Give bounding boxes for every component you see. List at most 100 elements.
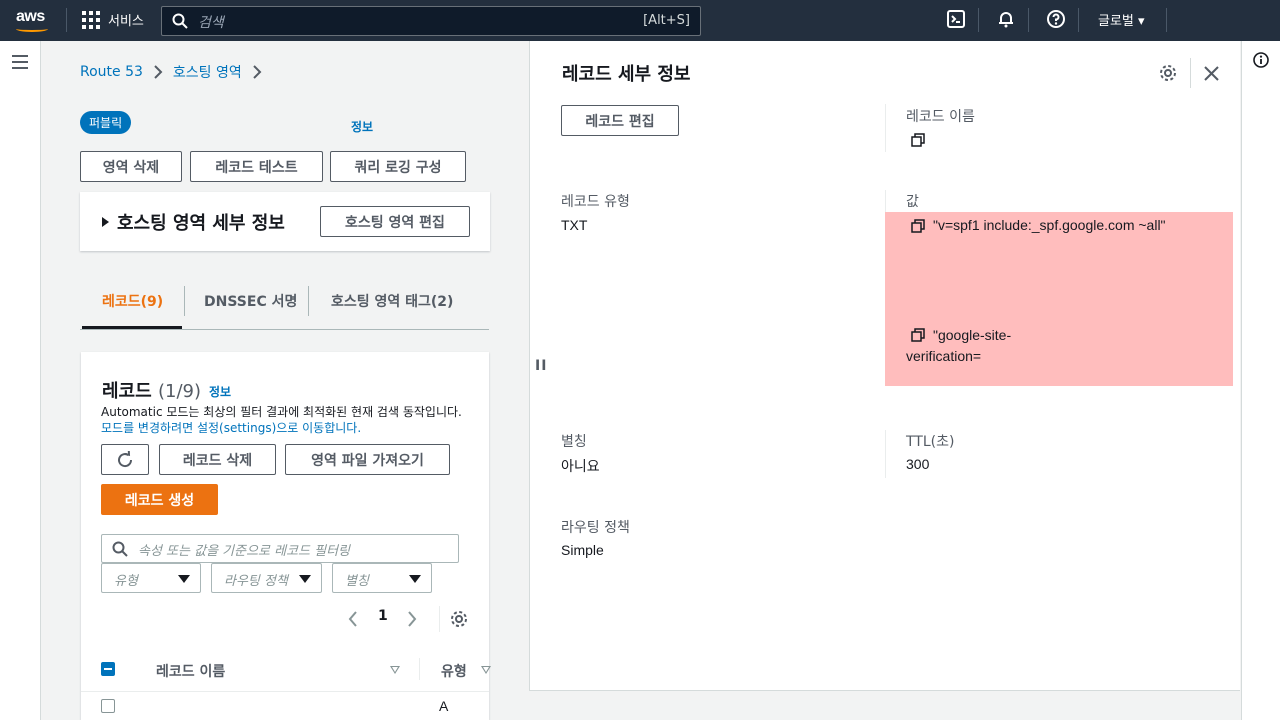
alias-value: 아니요 [561,458,600,474]
create-record-button[interactable]: 레코드 생성 [101,484,218,515]
edit-record-button[interactable]: 레코드 편집 [561,105,679,136]
record-filter-input[interactable]: 속성 또는 값을 기준으로 레코드 필터링 [101,534,459,563]
refresh-button[interactable] [101,444,149,475]
help-icon[interactable] [1047,10,1065,28]
type-select[interactable]: 유형 [101,563,201,593]
bell-icon[interactable] [997,10,1015,28]
ttl-value: 300 [906,456,930,472]
routing-policy-value: Simple [561,542,604,558]
import-zone-file-button[interactable]: 영역 파일 가져오기 [285,444,450,475]
breadcrumb-route53[interactable]: Route 53 [80,64,143,80]
txt-value-spf: "v=spf1 include:_spf.google.com ~all" [933,217,1166,233]
breadcrumb-hosted-zones[interactable]: 호스팅 영역 [173,62,242,82]
txt-value-google-site-2: verification= [906,348,982,364]
page-number[interactable]: 1 [378,608,388,624]
tab-divider [184,286,185,316]
nav-divider [66,8,67,32]
records-desc-text: Automatic 모드는 최상의 필터 결과에 최적화된 현재 검색 동작입니… [101,405,462,419]
tab-bar: 레코드(9) DNSSEC 서명 호스팅 영역 태그(2) [80,281,489,330]
row-type: A [439,698,449,714]
caret-right-icon [102,217,109,227]
pager-divider [439,606,440,632]
delete-zone-button[interactable]: 영역 삭제 [80,151,182,182]
nav-divider [1166,8,1167,32]
sort-icon[interactable] [481,666,491,674]
tab-dnssec[interactable]: DNSSEC 서명 [204,291,297,311]
chevron-right-icon [253,65,262,79]
type-select-label: 유형 [114,574,138,589]
refresh-icon [118,450,133,467]
filter-placeholder: 속성 또는 값을 기준으로 레코드 필터링 [138,544,351,559]
query-logging-button[interactable]: 쿼리 로깅 구성 [330,151,466,182]
apps-grid-icon [82,10,100,29]
records-title: 레코드 [102,381,152,402]
tab-zone-tags[interactable]: 호스팅 영역 태그(2) [331,291,453,311]
edit-zone-button[interactable]: 호스팅 영역 편집 [320,206,470,237]
sort-icon[interactable] [390,666,400,674]
records-table-header: 레코드 이름 유형 [81,646,491,692]
search-input[interactable]: 검색 [Alt+S] [161,6,701,36]
record-type-value: TXT [561,217,588,233]
value-label: 값 [906,194,919,210]
column-divider [885,104,886,152]
alias-select[interactable]: 별칭 [332,563,432,593]
gear-icon[interactable] [450,610,468,628]
search-placeholder: 검색 [198,15,224,31]
column-divider [885,430,886,478]
search-icon [172,13,188,29]
copy-icon[interactable] [911,328,925,342]
records-description: Automatic 모드는 최상의 필터 결과에 최적화된 현재 검색 동작입니… [101,404,466,436]
chevron-left-icon[interactable] [347,610,359,628]
column-record-name[interactable]: 레코드 이름 [156,661,225,681]
services-label: 서비스 [108,14,144,29]
zone-details-title: 호스팅 영역 세부 정보 [117,213,285,234]
close-icon[interactable] [1204,66,1219,81]
record-name-label: 레코드 이름 [906,109,975,125]
delete-record-button[interactable]: 레코드 삭제 [159,444,276,475]
column-divider [419,658,420,680]
cloudshell-icon[interactable] [947,10,965,28]
routing-policy-select[interactable]: 라우팅 정책 [211,563,322,593]
records-count: (1/9) [157,381,201,402]
gear-icon[interactable] [1159,64,1177,82]
region-menu[interactable]: 글로벌 ▾ [1098,10,1145,29]
alias-select-label: 별칭 [345,574,369,589]
resize-handle[interactable]: II [535,358,547,374]
copy-icon[interactable] [911,133,925,147]
records-info-link[interactable]: 정보 [209,383,231,400]
table-row[interactable]: A [81,692,489,720]
record-type-label: 레코드 유형 [561,194,630,210]
search-shortcut: [Alt+S] [643,13,690,28]
aws-logo[interactable]: aws [16,8,48,32]
menu-icon[interactable] [12,55,28,73]
txt-value-google-site-1: "google-site- [933,327,1012,343]
routing-policy-label: 라우팅 정책 [561,520,630,536]
nav-divider [978,8,979,32]
header-divider [1190,58,1191,88]
test-record-button[interactable]: 레코드 테스트 [190,151,323,182]
nav-divider [1028,8,1029,32]
chevron-right-icon[interactable] [406,610,418,628]
zone-details-toggle[interactable]: 호스팅 영역 세부 정보 [102,209,285,235]
chevron-right-icon [154,65,163,79]
info-link[interactable]: 정보 [351,118,373,135]
alias-label: 별칭 [561,434,587,450]
tab-divider [308,286,309,316]
breadcrumb: Route 53 호스팅 영역 [80,62,262,82]
side-nav-rail [0,41,41,720]
copy-icon[interactable] [911,219,925,233]
tab-records[interactable]: 레코드(9) [102,291,163,311]
help-panel-rail [1241,41,1280,720]
settings-link[interactable]: 모드를 변경하려면 설정(settings)으로 이동합니다. [101,421,361,435]
info-icon[interactable] [1253,52,1269,68]
services-menu[interactable]: 서비스 [82,10,144,29]
column-type[interactable]: 유형 [441,661,467,681]
row-checkbox[interactable] [101,699,115,713]
tab-active-indicator [82,326,182,329]
select-all-checkbox[interactable] [101,662,115,676]
caret-down-icon [409,575,421,583]
record-details-title: 레코드 세부 정보 [562,64,691,85]
caret-down-icon [299,575,311,583]
caret-down-icon [178,575,190,583]
public-badge: 퍼블릭 [80,111,132,134]
